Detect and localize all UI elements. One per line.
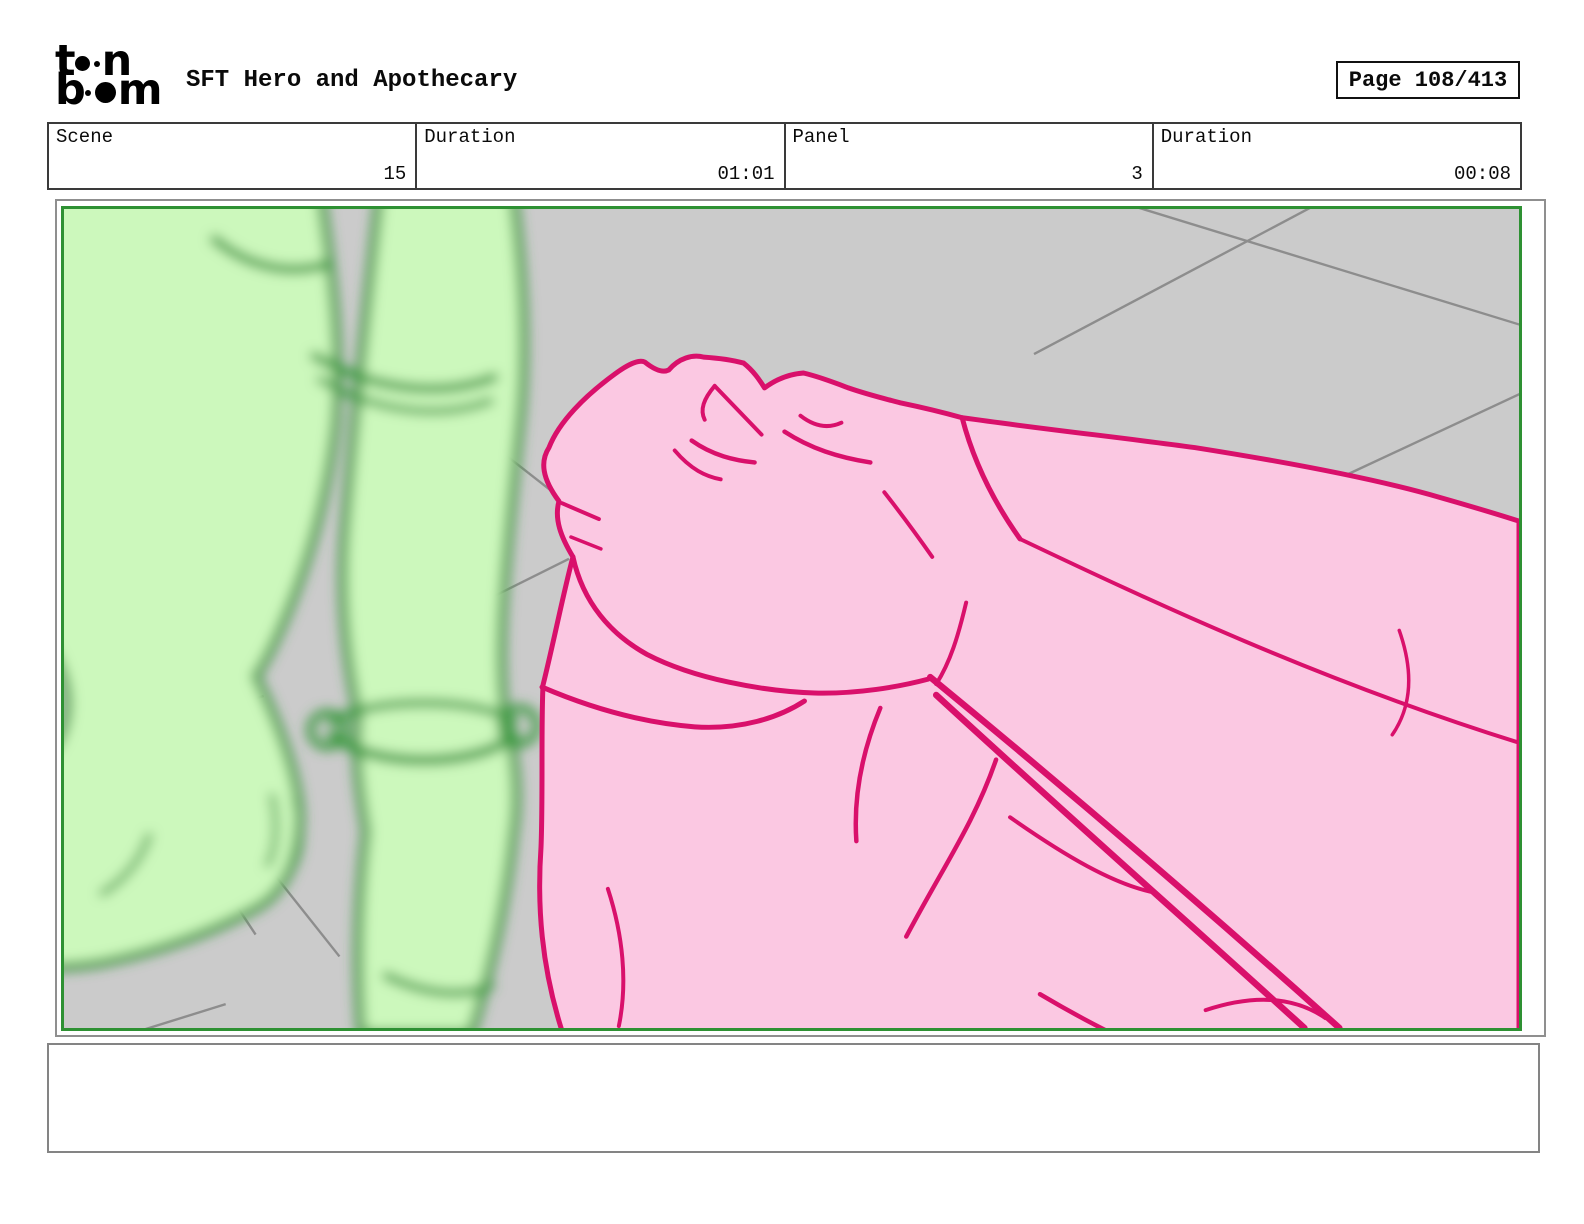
logo-dot-icon	[84, 89, 91, 96]
scene-duration-cell: Duration 01:01	[415, 124, 783, 188]
page-number-label: Page 108/413	[1348, 67, 1508, 93]
logo-letter: b	[55, 65, 86, 115]
duration-value: 00:08	[1453, 163, 1511, 185]
logo-dot-icon	[93, 60, 100, 67]
storyboard-drawing	[64, 209, 1519, 1028]
scene-cell: Scene 15	[49, 124, 415, 188]
storyboard-panel-frame	[55, 199, 1546, 1037]
storyboard-panel-image	[61, 206, 1522, 1031]
page-number-badge: Page 108/413	[1336, 61, 1520, 99]
toonboom-logo: t n b m	[55, 40, 173, 115]
panel-label: Panel	[792, 126, 850, 148]
panel-duration-cell: Duration 00:08	[1151, 124, 1520, 188]
duration-label: Duration	[424, 126, 516, 148]
scene-value: 15	[383, 163, 407, 185]
project-title: SFT Hero and Apothecary	[186, 67, 518, 94]
logo-letter: m	[117, 65, 163, 115]
duration-label: Duration	[1160, 126, 1252, 148]
caption-box	[47, 1043, 1540, 1153]
panel-value: 3	[1131, 163, 1143, 185]
duration-value: 01:01	[717, 163, 775, 185]
panel-number-cell: Panel 3	[783, 124, 1152, 188]
scene-label: Scene	[56, 126, 114, 148]
panel-info-table: Scene 15 Duration 01:01 Panel 3 Duration…	[47, 122, 1522, 190]
green-right-leg	[338, 209, 528, 1028]
